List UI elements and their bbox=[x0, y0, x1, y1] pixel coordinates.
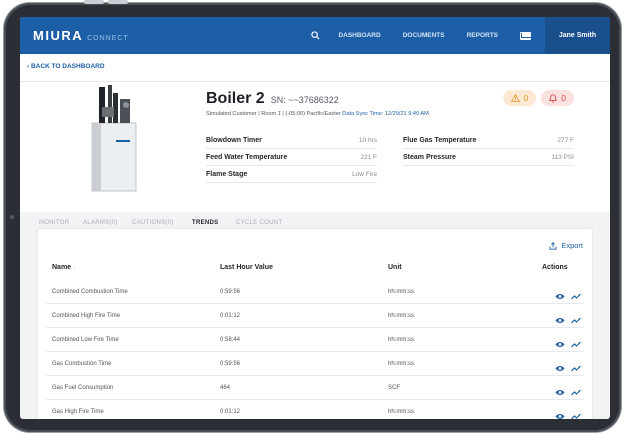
tab-monitor[interactable]: MONITOR bbox=[39, 220, 69, 226]
caution-badge[interactable]: 0 bbox=[502, 90, 537, 106]
view-icon[interactable] bbox=[555, 335, 565, 353]
cell-name: Gas High Fire Time bbox=[52, 409, 104, 415]
device-button bbox=[108, 0, 128, 4]
nav-reports[interactable]: REPORTS bbox=[467, 32, 498, 39]
location-text: Simulated Customer | Room 1 | (-05:00) P… bbox=[206, 111, 341, 117]
bell-icon bbox=[549, 93, 558, 103]
cell-value: 464 bbox=[220, 385, 231, 391]
trend-chart-icon[interactable] bbox=[571, 359, 581, 377]
param-value: Low Fire bbox=[352, 170, 377, 178]
table-header: Name ↑ Last Hour Value Unit Actions bbox=[38, 260, 592, 280]
param-label: Blowdown Timer bbox=[206, 136, 262, 144]
trend-chart-icon[interactable] bbox=[571, 407, 581, 419]
param-value: 113 PSI bbox=[551, 153, 574, 161]
cell-name: Combined High Fire Time bbox=[52, 313, 121, 319]
sort-arrow-icon: ↑ bbox=[73, 265, 76, 271]
column-actions-header: Actions bbox=[542, 264, 568, 271]
trends-table-card: Export Name ↑ Last Hour Value Unit Actio… bbox=[38, 229, 592, 419]
table-row: Combined Low Fire Time 0:58:44 hh:mm:ss bbox=[46, 329, 584, 352]
cell-value: 0:59:56 bbox=[220, 361, 241, 367]
param-row: Blowdown Timer 10 hrs bbox=[206, 132, 377, 149]
table-row: Combined Combustion Time 0:59:56 hh:mm:ss bbox=[46, 281, 584, 304]
cell-unit: hh:mm:ss bbox=[388, 289, 415, 295]
view-icon[interactable] bbox=[555, 287, 565, 305]
cell-unit: hh:mm:ss bbox=[388, 361, 415, 367]
column-last-hour-value-header: Last Hour Value bbox=[220, 264, 273, 271]
camera-dot bbox=[10, 215, 14, 219]
param-label: Steam Pressure bbox=[403, 153, 456, 161]
cell-name: Gas Fuel Consumption bbox=[52, 385, 114, 391]
nav-dashboard[interactable]: DASHBOARD bbox=[338, 32, 380, 39]
table-row: Combined High Fire Time 0:01:12 hh:mm:ss bbox=[46, 305, 584, 328]
cell-value: 0:01:12 bbox=[220, 313, 241, 319]
alarm-count: 0 bbox=[561, 93, 566, 103]
boiler-title: Boiler 2 bbox=[206, 90, 265, 107]
user-menu[interactable]: Jane Smith bbox=[545, 17, 610, 54]
boiler-detail-panel: Boiler 2 SN: ~~37686322 Simulated Custom… bbox=[20, 82, 610, 212]
cell-name: Combined Low Fire Time bbox=[52, 337, 119, 343]
cell-name: Combined Combustion Time bbox=[52, 289, 128, 295]
cell-unit: hh:mm:ss bbox=[388, 337, 415, 343]
cell-value: 0:59:56 bbox=[220, 289, 241, 295]
param-value: 277 F bbox=[557, 136, 574, 144]
table-row: Gas Combustion Time 0:59:56 hh:mm:ss bbox=[46, 353, 584, 376]
param-row: Flame Stage Low Fire bbox=[206, 166, 377, 183]
tab-trends[interactable]: TRENDS bbox=[192, 220, 219, 232]
miura-connect-logo[interactable]: MIURA CONNECT bbox=[33, 28, 129, 43]
serial-number: SN: ~~37686322 bbox=[270, 95, 339, 105]
tablet-frame: MIURA CONNECT DASHBOARD DOCUMENTS REPORT… bbox=[4, 0, 621, 432]
param-label: Flue Gas Temperature bbox=[403, 136, 477, 144]
view-icon[interactable] bbox=[555, 359, 565, 377]
param-label: Flame Stage bbox=[206, 170, 248, 178]
cell-unit: hh:mm:ss bbox=[388, 409, 415, 415]
tab-alarms[interactable]: ALARMS(0) bbox=[83, 220, 118, 226]
export-label: Export bbox=[561, 241, 583, 250]
top-nav-bar: MIURA CONNECT DASHBOARD DOCUMENTS REPORT… bbox=[20, 17, 610, 54]
tab-cycle-count[interactable]: CYCLE COUNT bbox=[236, 220, 282, 226]
search-icon[interactable] bbox=[311, 27, 320, 45]
column-unit-header: Unit bbox=[388, 264, 402, 271]
back-bar: ‹ BACK TO DASHBOARD bbox=[20, 54, 610, 82]
back-to-dashboard-link[interactable]: ‹ BACK TO DASHBOARD bbox=[27, 63, 105, 70]
caution-count: 0 bbox=[523, 93, 529, 103]
table-row: Gas Fuel Consumption 464 SCF bbox=[46, 377, 584, 400]
view-icon[interactable] bbox=[555, 383, 565, 401]
trend-chart-icon[interactable] bbox=[571, 383, 581, 401]
view-icon[interactable] bbox=[555, 407, 565, 419]
alarm-badge[interactable]: 0 bbox=[541, 90, 574, 106]
cell-value: 0:01:12 bbox=[220, 409, 241, 415]
tab-cautions[interactable]: CAUTIONS(0) bbox=[132, 220, 174, 226]
param-row: Flue Gas Temperature 277 F bbox=[403, 132, 574, 149]
boiler-image bbox=[91, 85, 137, 192]
view-icon[interactable] bbox=[555, 311, 565, 329]
column-name-header[interactable]: Name ↑ bbox=[52, 264, 76, 271]
logo-text: MIURA bbox=[33, 28, 84, 43]
trend-chart-icon[interactable] bbox=[571, 287, 581, 305]
column-label: Name bbox=[52, 264, 72, 271]
logo-subtext: CONNECT bbox=[87, 35, 129, 42]
param-value: 10 hrs bbox=[358, 136, 377, 144]
cell-name: Gas Combustion Time bbox=[52, 361, 112, 367]
device-button bbox=[84, 0, 104, 4]
boiler-subtitle: Simulated Customer | Room 1 | (-05:00) P… bbox=[206, 111, 429, 117]
param-value: 221 F bbox=[360, 153, 377, 161]
app-screen: MIURA CONNECT DASHBOARD DOCUMENTS REPORT… bbox=[20, 17, 610, 419]
cell-value: 0:58:44 bbox=[220, 337, 241, 343]
data-sync-time: Data Sync Time: 12/29/21 9:40 AM bbox=[342, 111, 429, 117]
table-row: Gas High Fire Time 0:01:12 hh:mm:ss bbox=[46, 401, 584, 419]
trend-chart-icon[interactable] bbox=[571, 335, 581, 353]
export-icon bbox=[549, 241, 557, 250]
trend-chart-icon[interactable] bbox=[571, 311, 581, 329]
mail-icon[interactable] bbox=[520, 31, 531, 40]
warning-icon bbox=[510, 94, 520, 102]
chevron-left-icon: ‹ bbox=[27, 63, 30, 70]
param-label: Feed Water Temperature bbox=[206, 153, 288, 161]
export-button[interactable]: Export bbox=[549, 241, 583, 250]
back-label: BACK TO DASHBOARD bbox=[30, 63, 105, 70]
nav-documents[interactable]: DOCUMENTS bbox=[403, 32, 445, 39]
param-row: Steam Pressure 113 PSI bbox=[403, 149, 574, 166]
cell-unit: SCF bbox=[388, 385, 400, 391]
param-row: Feed Water Temperature 221 F bbox=[206, 149, 377, 166]
cell-unit: hh:mm:ss bbox=[388, 313, 415, 319]
